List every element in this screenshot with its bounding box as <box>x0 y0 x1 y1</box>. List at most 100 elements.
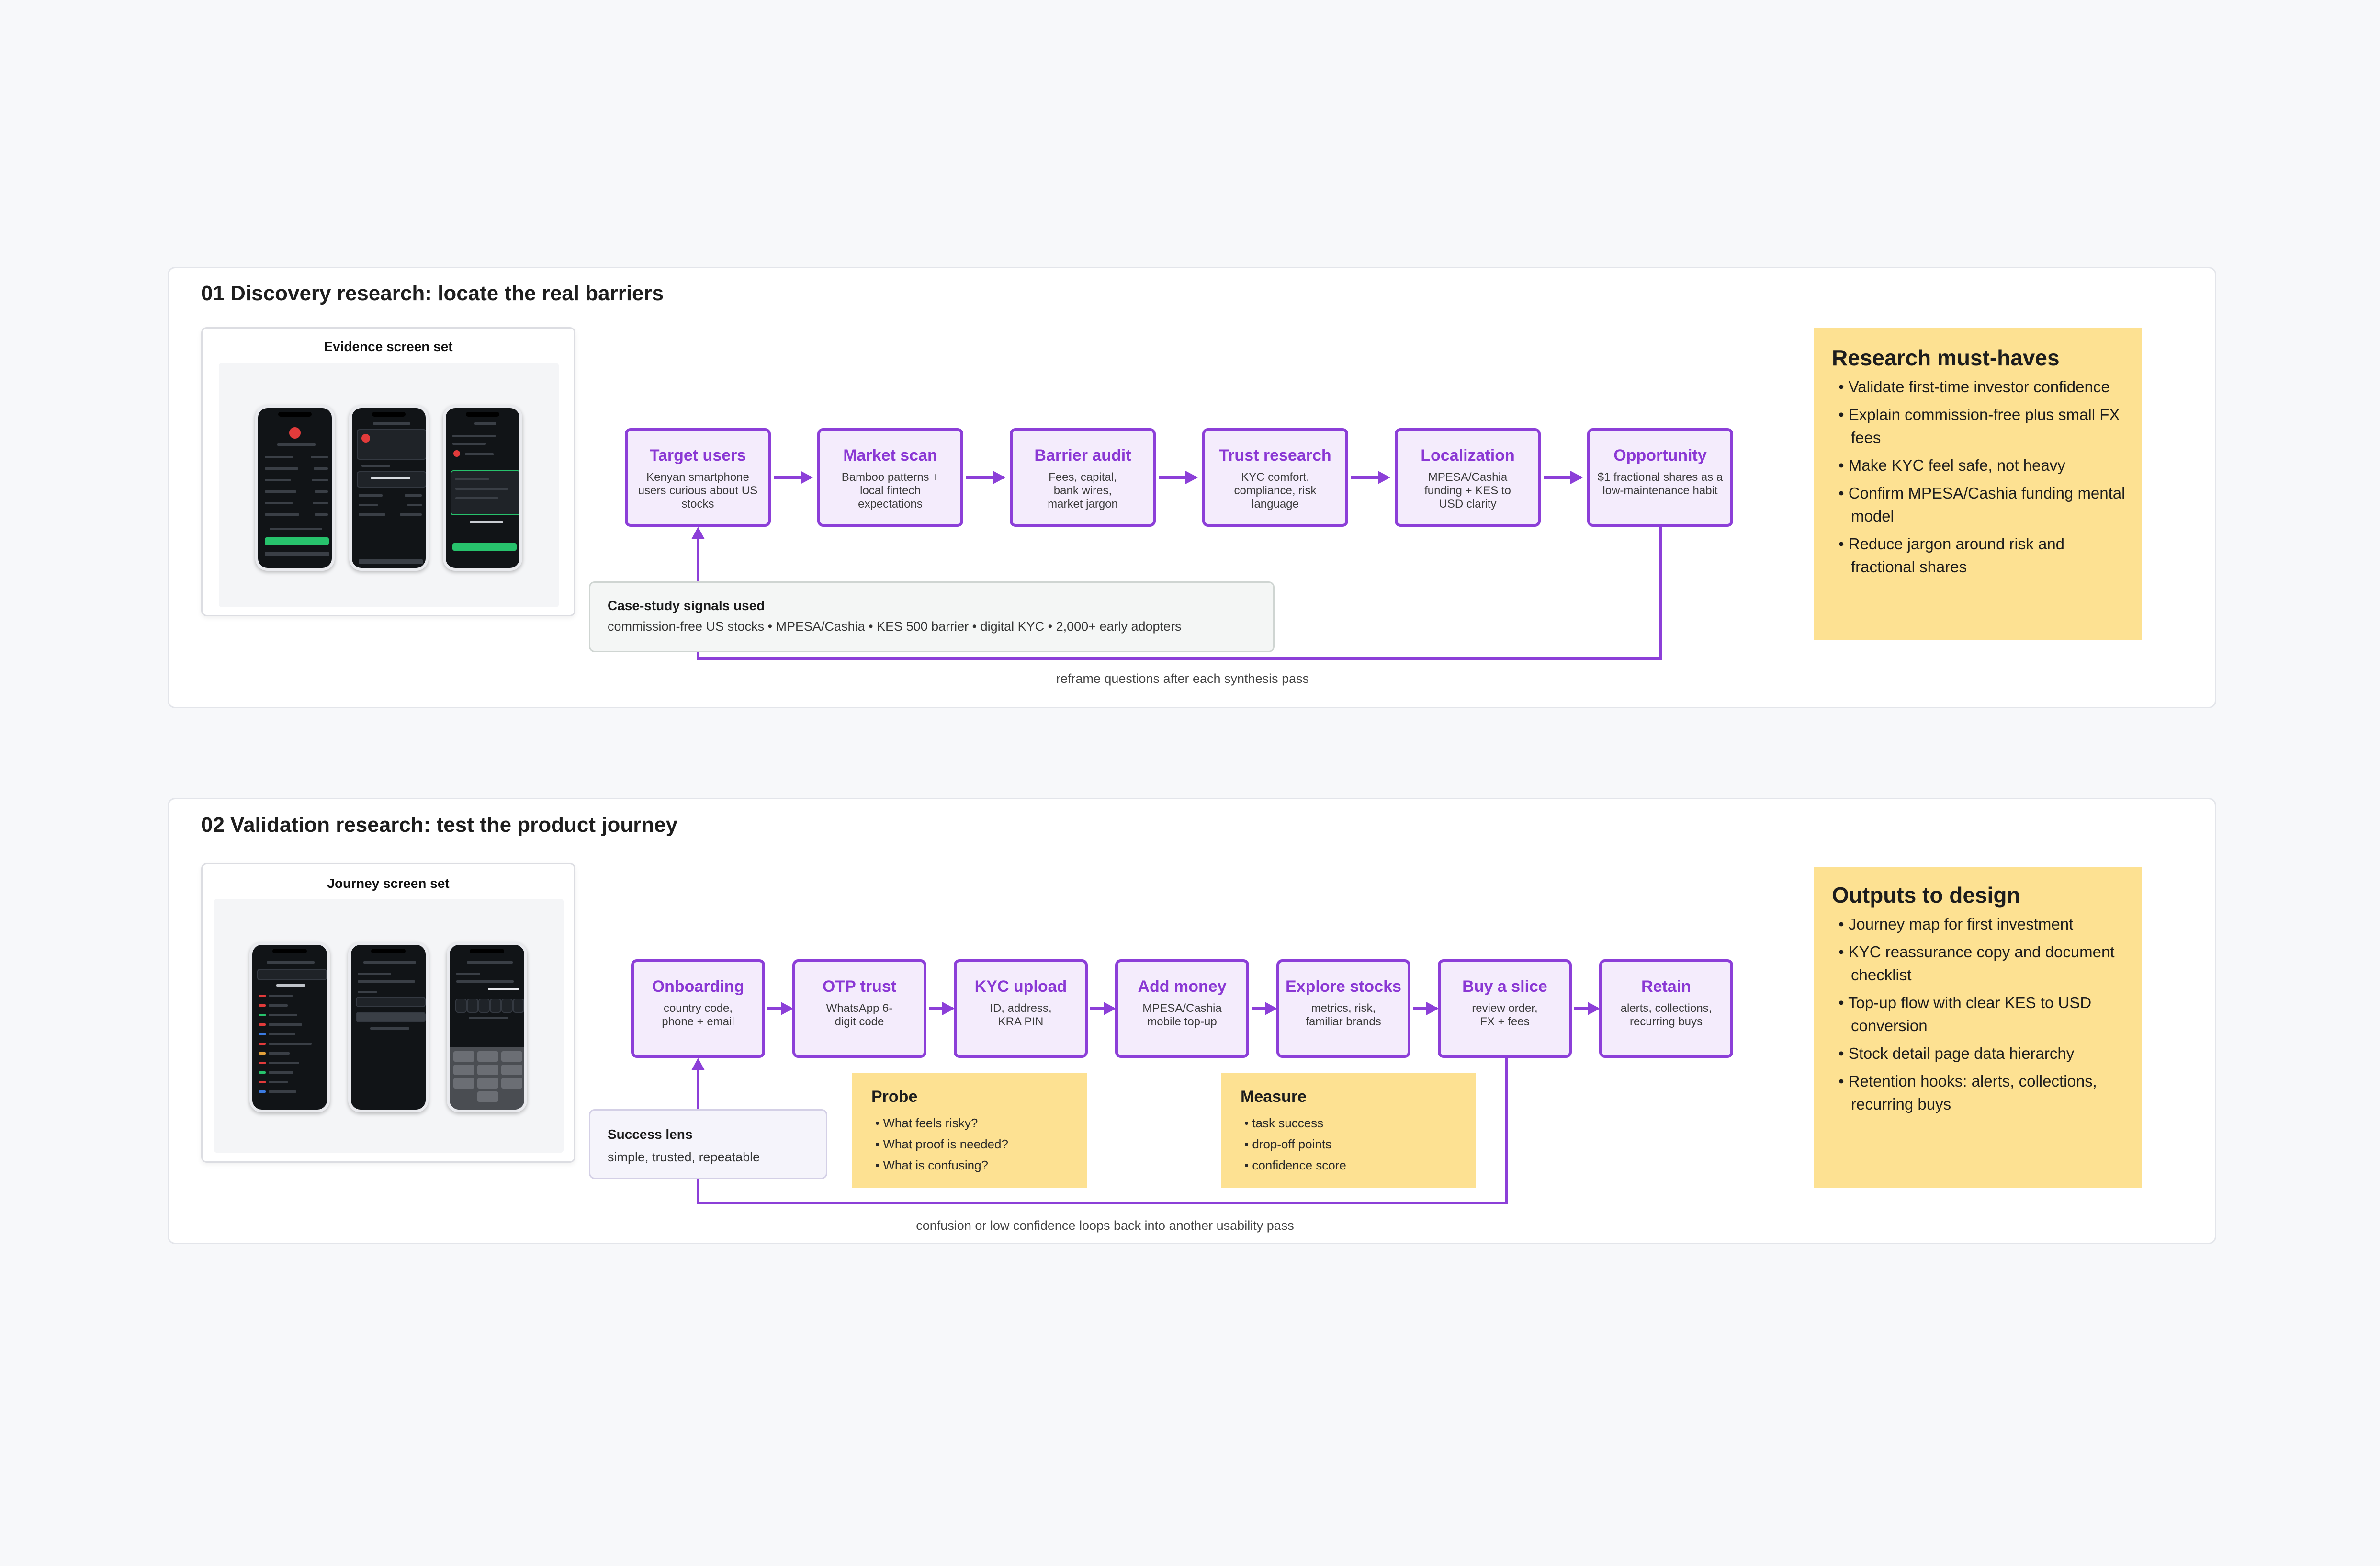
step-kyc-upload: KYC upload ID, address, KRA PIN <box>954 959 1088 1058</box>
probe-item: What feels risky? <box>875 1112 1008 1134</box>
step-title: Trust research <box>1219 446 1331 465</box>
flow-arrow <box>1574 1002 1600 1015</box>
success-lens-text: simple, trusted, repeatable <box>608 1150 760 1164</box>
step-description: alerts, collections, recurring buys <box>1620 1002 1712 1028</box>
step-description: WhatsApp 6-digit code <box>826 1002 893 1028</box>
step-title: OTP trust <box>822 977 897 996</box>
output-item: Stock detail page data hierarchy <box>1832 1042 2132 1065</box>
outputs-to-design: Outputs to design Journey map for first … <box>1814 867 2142 1188</box>
step-onboarding: Onboarding country code, phone + email <box>631 959 765 1058</box>
step-otp-trust: OTP trust WhatsApp 6-digit code <box>792 959 926 1058</box>
signals-text: commission-free US stocks • MPESA/Cashia… <box>608 619 1182 634</box>
step-title: Retain <box>1641 977 1691 996</box>
step-barrier-audit: Barrier audit Fees, capital, bank wires,… <box>1010 428 1156 527</box>
step-description: ID, address, KRA PIN <box>990 1002 1052 1028</box>
step-description: Bamboo patterns + local fintech expectat… <box>841 471 939 511</box>
step-description: MPESA/Cashia funding + KES to USD clarit… <box>1424 471 1511 511</box>
evidence-screen-set-title: Evidence screen set <box>324 339 453 354</box>
step-description: Kenyan smartphone users curious about US… <box>638 471 758 511</box>
measure-note: Measure task success drop-off points con… <box>1221 1073 1476 1188</box>
step-retain: Retain alerts, collections, recurring bu… <box>1599 959 1733 1058</box>
measure-item: confidence score <box>1244 1155 1346 1176</box>
case-study-signals-note: Case-study signals used commission-free … <box>589 581 1275 652</box>
must-have-item: Confirm MPESA/Cashia funding mental mode… <box>1832 482 2132 528</box>
output-item: KYC reassurance copy and document checkl… <box>1832 941 2132 987</box>
phone-screenshot-home <box>255 405 335 571</box>
flow-arrow <box>1159 471 1198 484</box>
must-haves-title: Research must-haves <box>1832 345 2060 370</box>
must-have-item: Validate first-time investor confidence <box>1832 375 2132 398</box>
loop-line <box>1659 527 1662 660</box>
output-item: Retention hooks: alerts, collections, re… <box>1832 1070 2132 1116</box>
output-item: Top-up flow with clear KES to USD conver… <box>1832 991 2132 1037</box>
probe-list: What feels risky? What proof is needed? … <box>875 1112 1008 1176</box>
evidence-screen-set: Evidence screen set <box>201 327 575 616</box>
validation-loop-caption: confusion or low confidence loops back i… <box>916 1218 1294 1233</box>
outputs-title: Outputs to design <box>1832 883 2020 908</box>
step-description: KYC comfort, compliance, risk language <box>1234 471 1317 511</box>
step-title: KYC upload <box>974 977 1067 996</box>
flow-arrow <box>1090 1002 1116 1015</box>
step-opportunity: Opportunity $1 fractional shares as a lo… <box>1587 428 1733 527</box>
step-description: $1 fractional shares as a low-maintenanc… <box>1597 471 1723 497</box>
phone-screenshot-country-select <box>249 942 330 1112</box>
step-trust-research: Trust research KYC comfort, compliance, … <box>1202 428 1348 527</box>
loop-line <box>1505 1058 1508 1204</box>
research-must-haves: Research must-haves Validate first-time … <box>1814 328 2142 640</box>
flow-arrow <box>929 1002 955 1015</box>
probe-title: Probe <box>871 1088 918 1106</box>
step-title: Market scan <box>843 446 937 465</box>
flow-arrow <box>1544 471 1583 484</box>
measure-item: task success <box>1244 1112 1346 1134</box>
journey-screen-set-title: Journey screen set <box>327 876 450 891</box>
step-title: Barrier audit <box>1034 446 1131 465</box>
flow-arrow <box>774 471 813 484</box>
step-title: Opportunity <box>1613 446 1707 465</box>
must-have-item: Explain commission-free plus small FX fe… <box>1832 403 2132 449</box>
measure-list: task success drop-off points confidence … <box>1244 1112 1346 1176</box>
step-title: Buy a slice <box>1462 977 1547 996</box>
probe-note: Probe What feels risky? What proof is ne… <box>852 1073 1087 1188</box>
signals-title: Case-study signals used <box>608 598 765 613</box>
step-title: Explore stocks <box>1286 977 1401 996</box>
phone-screenshot-deposit <box>349 405 429 571</box>
step-description: metrics, risk, familiar brands <box>1306 1002 1381 1028</box>
success-lens-note: Success lens simple, trusted, repeatable <box>589 1109 827 1179</box>
flow-arrow <box>767 1002 793 1015</box>
flow-arrow <box>1413 1002 1439 1015</box>
discovery-loop-caption: reframe questions after each synthesis p… <box>1056 671 1309 686</box>
phone-screenshot-otp-keypad <box>447 942 527 1112</box>
probe-item: What proof is needed? <box>875 1134 1008 1155</box>
step-market-scan: Market scan Bamboo patterns + local fint… <box>817 428 963 527</box>
step-title: Onboarding <box>652 977 744 996</box>
success-lens-title: Success lens <box>608 1127 693 1142</box>
step-description: MPESA/Cashia mobile top-up <box>1142 1002 1222 1028</box>
evidence-screens-area <box>219 363 559 607</box>
must-have-item: Reduce jargon around risk and fractional… <box>1832 533 2132 579</box>
journey-screen-set: Journey screen set <box>201 863 575 1163</box>
validation-section-title: 02 Validation research: test the product… <box>201 813 678 837</box>
loop-arrowhead <box>691 1058 705 1070</box>
loop-arrowhead <box>691 527 705 539</box>
discovery-section-title: 01 Discovery research: locate the real b… <box>201 282 664 305</box>
loop-line <box>697 1202 1508 1204</box>
output-item: Journey map for first investment <box>1832 913 2132 936</box>
step-add-money: Add money MPESA/Cashia mobile top-up <box>1115 959 1249 1058</box>
step-buy-a-slice: Buy a slice review order, FX + fees <box>1438 959 1572 1058</box>
must-have-item: Make KYC feel safe, not heavy <box>1832 454 2132 477</box>
step-target-users: Target users Kenyan smartphone users cur… <box>625 428 771 527</box>
step-title: Localization <box>1421 446 1515 465</box>
step-description: country code, phone + email <box>662 1002 734 1028</box>
step-explore-stocks: Explore stocks metrics, risk, familiar b… <box>1276 959 1410 1058</box>
step-localization: Localization MPESA/Cashia funding + KES … <box>1395 428 1541 527</box>
flow-arrow <box>1351 471 1390 484</box>
journey-screens-area <box>214 899 564 1153</box>
probe-item: What is confusing? <box>875 1155 1008 1176</box>
loop-line <box>697 657 1662 660</box>
measure-title: Measure <box>1241 1088 1307 1106</box>
phone-screenshot-payment-method <box>443 405 522 571</box>
step-description: Fees, capital, bank wires, market jargon <box>1048 471 1118 511</box>
step-description: review order, FX + fees <box>1472 1002 1538 1028</box>
phone-screenshot-create-account <box>348 942 429 1112</box>
outputs-list: Journey map for first investment KYC rea… <box>1832 913 2132 1121</box>
